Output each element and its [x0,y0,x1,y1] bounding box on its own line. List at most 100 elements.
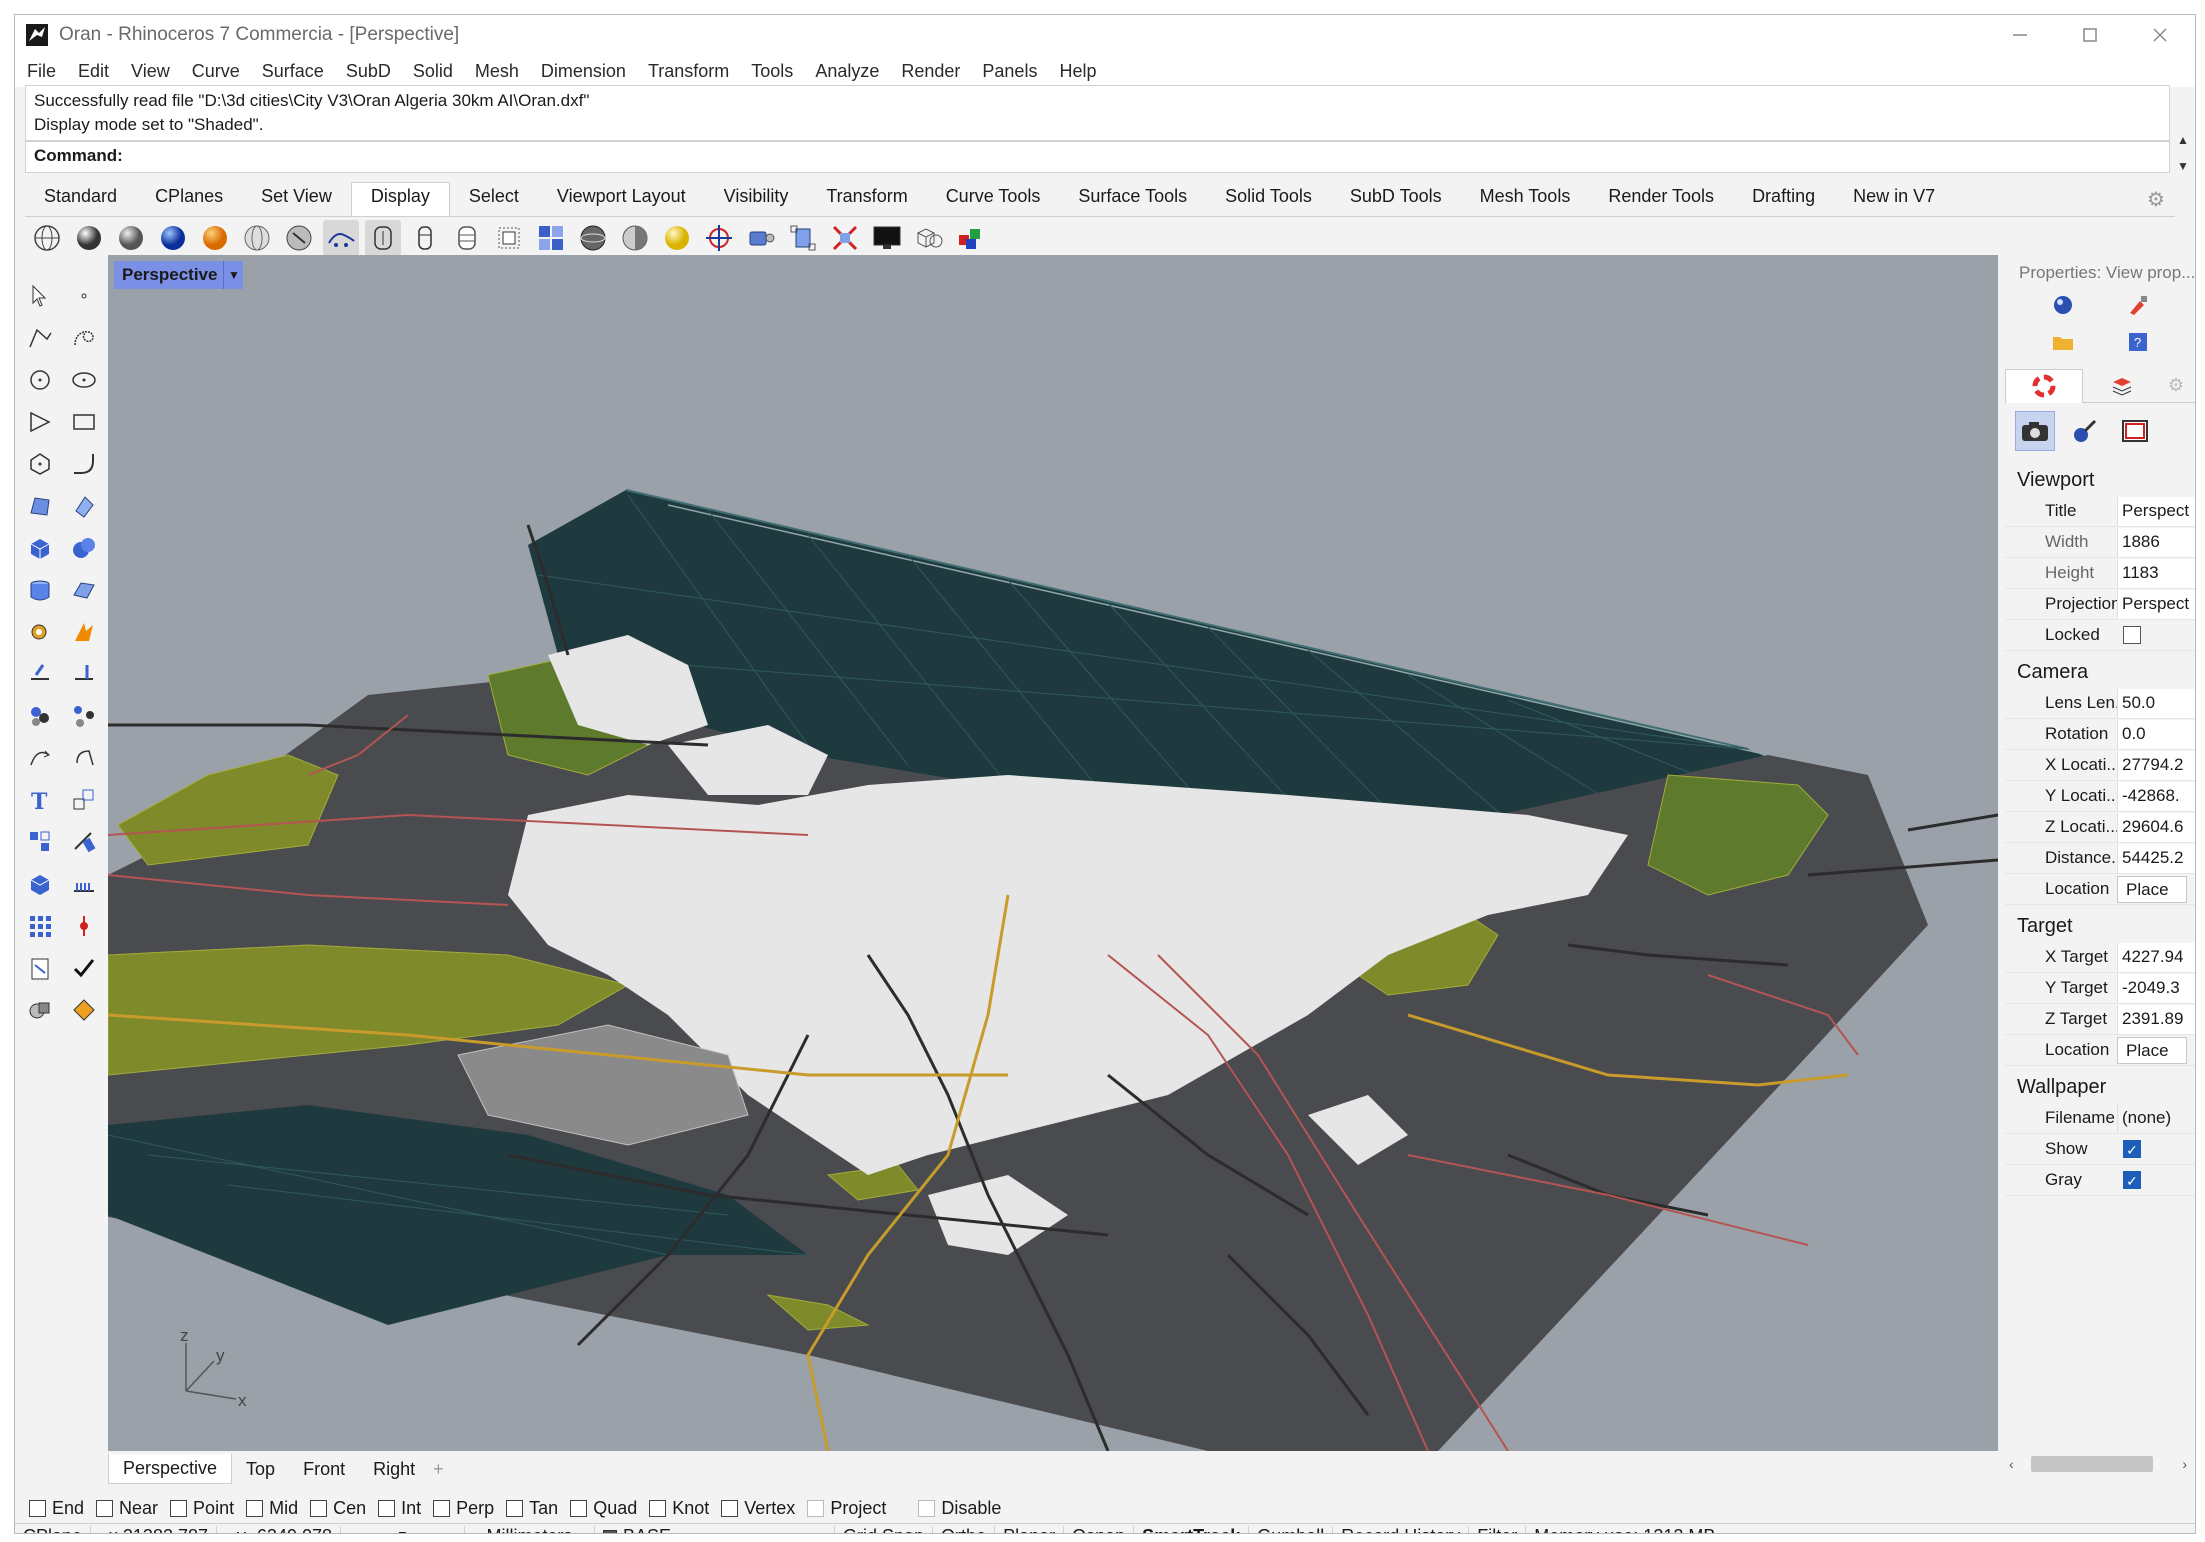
menu-help[interactable]: Help [1059,61,1096,82]
named-views-icon[interactable] [2065,411,2105,451]
status-grid-snap[interactable]: Grid Snap [835,1525,934,1533]
tab-standard[interactable]: Standard [25,182,136,216]
tab-select[interactable]: Select [450,182,538,216]
osnap-checkbox[interactable] [807,1499,825,1517]
clipping-icon[interactable] [827,220,863,256]
menu-subd[interactable]: SubD [346,61,391,82]
osnap-knot[interactable]: Knot [649,1498,709,1519]
grid-array-icon[interactable] [21,907,59,945]
properties-scrollbar[interactable]: ‹ › [2005,1453,2195,1475]
status-ortho[interactable]: Ortho [933,1525,996,1533]
folder-icon[interactable] [2051,330,2075,359]
artistic-icon[interactable] [365,220,401,256]
status-planar[interactable]: Planar [995,1525,1065,1533]
mesh-gear-icon[interactable] [21,613,59,651]
fillet-curve-icon[interactable] [65,445,103,483]
tab-viewport-layout[interactable]: Viewport Layout [538,182,705,216]
menu-mesh[interactable]: Mesh [475,61,519,82]
zoom-object-icon[interactable] [785,220,821,256]
menu-surface[interactable]: Surface [262,61,324,82]
clipboard-icon[interactable] [21,949,59,987]
camera-x-field[interactable]: 27794.2 [2117,750,2195,780]
osnap-end[interactable]: End [29,1498,84,1519]
shaded-sphere-icon[interactable] [71,220,107,256]
split-icon[interactable] [65,655,103,693]
scale-icon[interactable] [65,781,103,819]
osnap-vertex[interactable]: Vertex [721,1498,795,1519]
add-viewport-icon[interactable]: + [429,1459,444,1480]
boolean-union-icon[interactable] [65,529,103,567]
tab-transform[interactable]: Transform [807,182,926,216]
scroll-left-icon[interactable]: ‹ [2009,1456,2014,1472]
tab-new-in-v7[interactable]: New in V7 [1834,182,1954,216]
object-properties-icon[interactable] [2051,293,2075,322]
block-icon[interactable] [21,865,59,903]
osnap-checkbox[interactable] [649,1499,667,1517]
material-icon[interactable] [65,991,103,1029]
xray-sphere-icon[interactable] [281,220,317,256]
arc-icon[interactable] [21,403,59,441]
ungroup-icon[interactable] [65,697,103,735]
technical-icon[interactable] [323,220,359,256]
extrude-surface-icon[interactable] [65,487,103,525]
osnap-checkbox[interactable] [918,1499,936,1517]
color-wheel-icon[interactable] [2005,368,2083,403]
arctic-icon[interactable] [449,220,485,256]
tab-display[interactable]: Display [350,182,450,216]
ellipse-icon[interactable] [65,361,103,399]
osnap-checkbox[interactable] [570,1499,588,1517]
rendered-sphere-icon[interactable] [155,220,191,256]
tab-mesh-tools[interactable]: Mesh Tools [1461,182,1590,216]
distance-field[interactable]: 54425.2 [2117,843,2195,873]
osnap-quad[interactable]: Quad [570,1498,637,1519]
array-icon[interactable] [21,823,59,861]
scrollbar-thumb[interactable] [2031,1456,2153,1472]
camera-icon[interactable] [743,220,779,256]
tab-drafting[interactable]: Drafting [1733,182,1834,216]
menu-file[interactable]: File [27,61,56,82]
projection-select[interactable]: Perspect [2117,589,2195,619]
check-icon[interactable] [65,949,103,987]
chevron-down-icon[interactable]: ▼ [223,261,243,289]
pen-icon[interactable] [407,220,443,256]
command-input[interactable]: Command: [25,141,2170,173]
env-map-icon[interactable] [575,220,611,256]
text-icon[interactable]: T [21,781,59,819]
viewport-tab-right[interactable]: Right [359,1455,429,1484]
osnap-checkbox[interactable] [310,1499,328,1517]
wallpaper-show-checkbox[interactable]: ✓ [2123,1140,2141,1158]
viewport-tab-perspective[interactable]: Perspective [108,1454,233,1484]
osnap-perp[interactable]: Perp [433,1498,494,1519]
camera-properties-icon[interactable] [2015,411,2055,451]
osnap-checkbox[interactable] [170,1499,188,1517]
polygon-icon[interactable] [21,445,59,483]
ghosted-sphere-icon[interactable] [239,220,275,256]
osnap-disable[interactable]: Disable [918,1498,1001,1519]
status-osnap[interactable]: Osnap [1064,1525,1135,1533]
box-solid-icon[interactable] [21,529,59,567]
osnap-checkbox[interactable] [433,1499,451,1517]
menu-dimension[interactable]: Dimension [541,61,626,82]
hatch-icon[interactable] [65,865,103,903]
tab-surface-tools[interactable]: Surface Tools [1059,182,1206,216]
camera-y-field[interactable]: -42868. [2117,781,2195,811]
menu-render[interactable]: Render [901,61,960,82]
viewport-width-field[interactable]: 1886 [2117,527,2195,557]
status-smarttrack[interactable]: SmartTrack [1134,1525,1250,1533]
scroll-down-icon[interactable]: ▼ [2177,159,2189,173]
circle-icon[interactable] [21,361,59,399]
polyline-icon[interactable] [21,319,59,357]
help-icon[interactable]: ? [2126,330,2150,359]
scroll-right-icon[interactable]: › [2182,1456,2187,1472]
orange-sphere-icon[interactable] [197,220,233,256]
tab-visibility[interactable]: Visibility [705,182,808,216]
viewport-height-field[interactable]: 1183 [2117,558,2195,588]
wallpaper-gray-checkbox[interactable]: ✓ [2123,1171,2141,1189]
city-model-scene[interactable] [108,255,1998,1451]
viewport-frame-icon[interactable] [2115,411,2155,451]
status-record-history[interactable]: Record History [1333,1525,1470,1533]
monochrome-icon[interactable] [491,220,527,256]
target-y-field[interactable]: -2049.3 [2117,973,2195,1003]
status-layer[interactable]: BASE [595,1525,835,1533]
menu-analyze[interactable]: Analyze [815,61,879,82]
